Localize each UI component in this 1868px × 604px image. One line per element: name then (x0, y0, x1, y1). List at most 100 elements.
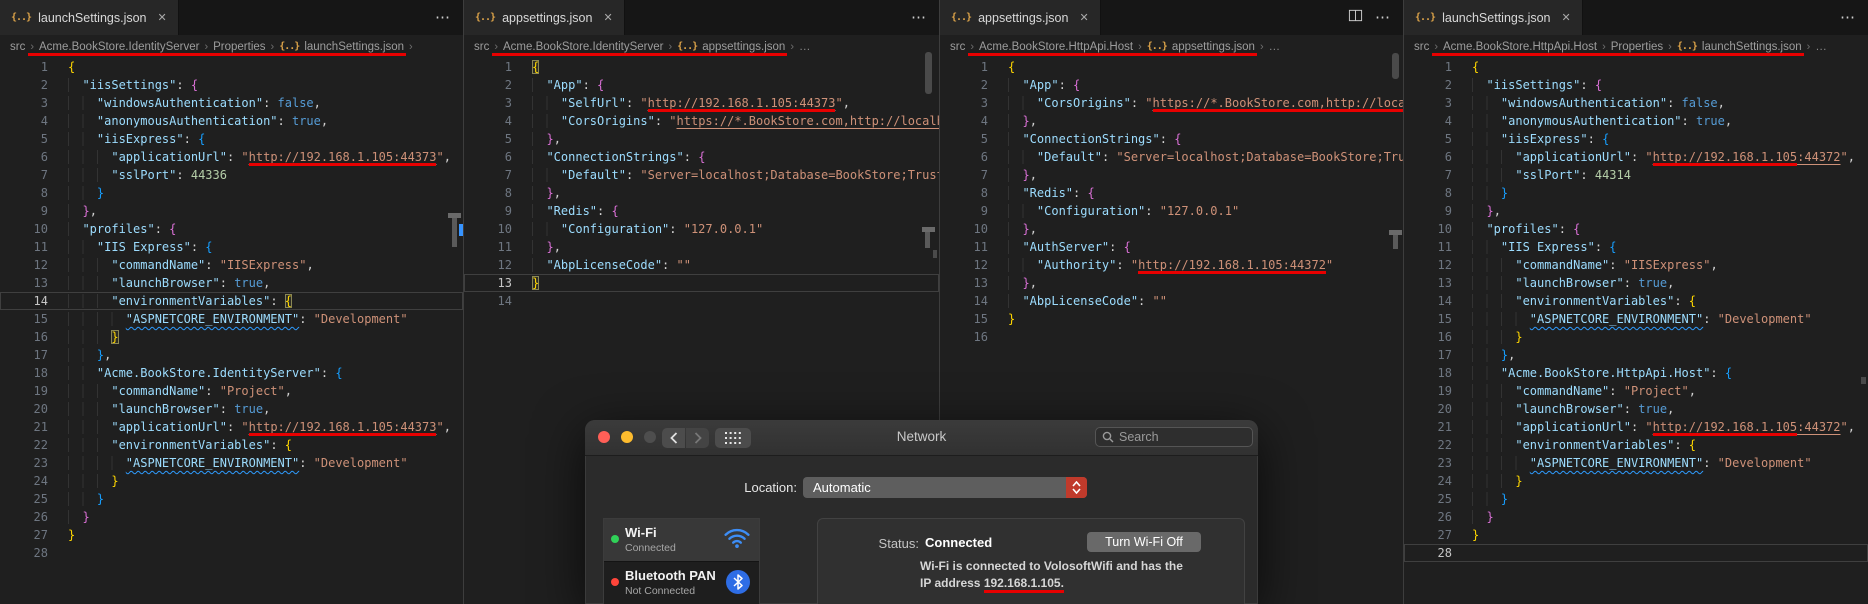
code-line[interactable]: 6 "ConnectionStrings": { (464, 148, 939, 166)
breadcrumb-item[interactable]: src (474, 41, 489, 53)
breadcrumb-item[interactable]: Acme.BookStore.IdentityServer (503, 41, 663, 53)
code-line[interactable]: 26 } (1404, 508, 1868, 526)
code-line[interactable]: 24 } (1404, 472, 1868, 490)
breadcrumb-item[interactable]: launchSettings.json (1702, 41, 1802, 53)
breadcrumb-item[interactable]: appsettings.json (1172, 41, 1255, 53)
code-line[interactable]: 20 "launchBrowser": true, (0, 400, 463, 418)
code-line[interactable]: 26 } (0, 508, 463, 526)
more-actions-icon[interactable]: ⋯ (911, 10, 927, 25)
code-line[interactable]: 1{ (940, 58, 1403, 76)
code-line[interactable]: 17 }, (0, 346, 463, 364)
close-icon[interactable]: ✕ (1079, 11, 1088, 24)
code-line[interactable]: 7 "sslPort": 44314 (1404, 166, 1868, 184)
dialog-titlebar[interactable]: Network Search (585, 420, 1258, 456)
turn-wifi-off-button[interactable]: Turn Wi-Fi Off (1087, 532, 1201, 552)
code-line[interactable]: 3 "windowsAuthentication": false, (0, 94, 463, 112)
code-line[interactable]: 19 "commandName": "Project", (1404, 382, 1868, 400)
code-line[interactable]: 17 }, (1404, 346, 1868, 364)
search-input[interactable]: Search (1095, 427, 1253, 447)
code-line[interactable]: 5 }, (464, 130, 939, 148)
more-actions-icon[interactable]: ⋯ (1375, 10, 1391, 25)
code-line[interactable]: 13 "launchBrowser": true, (1404, 274, 1868, 292)
code-line[interactable]: 19 "commandName": "Project", (0, 382, 463, 400)
service-row-bluetooth[interactable]: Bluetooth PAN Not Connected (604, 561, 759, 604)
code-line[interactable]: 23 "ASPNETCORE_ENVIRONMENT": "Developmen… (0, 454, 463, 472)
code-line[interactable]: 6 "Default": "Server=localhost;Database=… (940, 148, 1403, 166)
code-line[interactable]: 4 "anonymousAuthentication": true, (1404, 112, 1868, 130)
breadcrumb-item[interactable]: Properties (1611, 41, 1663, 53)
breadcrumb-item[interactable]: src (1414, 41, 1429, 53)
code-line[interactable]: 5 "iisExpress": { (0, 130, 463, 148)
code-line[interactable]: 28 (1404, 544, 1868, 562)
code-line[interactable]: 14 "environmentVariables": { (1404, 292, 1868, 310)
breadcrumb-item[interactable]: … (1269, 41, 1281, 53)
code-line[interactable]: 9 "Redis": { (464, 202, 939, 220)
code-line[interactable]: 13} (464, 274, 939, 292)
code-line[interactable]: 27} (0, 526, 463, 544)
code-line[interactable]: 13 "launchBrowser": true, (0, 274, 463, 292)
code-line[interactable]: 25 } (1404, 490, 1868, 508)
code-line[interactable]: 7 "Default": "Server=localhost;Database=… (464, 166, 939, 184)
code-line[interactable]: 14 (464, 292, 939, 310)
code-line[interactable]: 21 "applicationUrl": "http://192.168.1.1… (1404, 418, 1868, 436)
code-line[interactable]: 16 } (0, 328, 463, 346)
breadcrumb-item[interactable]: … (1815, 41, 1827, 53)
code-line[interactable]: 2 "iisSettings": { (1404, 76, 1868, 94)
code-line[interactable]: 3 "SelfUrl": "http://192.168.1.105:44373… (464, 94, 939, 112)
code-line[interactable]: 1{ (464, 58, 939, 76)
code-line[interactable]: 2 "iisSettings": { (0, 76, 463, 94)
code-line[interactable]: 14 "environmentVariables": { (0, 292, 463, 310)
code-line[interactable]: 20 "launchBrowser": true, (1404, 400, 1868, 418)
code-line[interactable]: 15 "ASPNETCORE_ENVIRONMENT": "Developmen… (0, 310, 463, 328)
tab-launchSettings.json[interactable]: {..} launchSettings.json ✕ (0, 0, 179, 35)
code-line[interactable]: 18 "Acme.BookStore.HttpApi.Host": { (1404, 364, 1868, 382)
location-select[interactable]: Automatic (803, 477, 1087, 498)
code-line[interactable]: 11 }, (464, 238, 939, 256)
close-icon[interactable]: ✕ (603, 11, 612, 24)
code-line[interactable]: 12 "commandName": "IISExpress", (0, 256, 463, 274)
code-line[interactable]: 4 }, (940, 112, 1403, 130)
code-line[interactable]: 2 "App": { (940, 76, 1403, 94)
breadcrumb-item[interactable]: Acme.BookStore.IdentityServer (39, 41, 199, 53)
code-line[interactable]: 21 "applicationUrl": "http://192.168.1.1… (0, 418, 463, 436)
code-line[interactable]: 7 }, (940, 166, 1403, 184)
code-line[interactable]: 10 "profiles": { (1404, 220, 1868, 238)
code-line[interactable]: 22 "environmentVariables": { (0, 436, 463, 454)
code-line[interactable]: 8 }, (464, 184, 939, 202)
code-line[interactable]: 23 "ASPNETCORE_ENVIRONMENT": "Developmen… (1404, 454, 1868, 472)
code-line[interactable]: 18 "Acme.BookStore.IdentityServer": { (0, 364, 463, 382)
breadcrumb-item[interactable]: … (799, 41, 811, 53)
code-line[interactable]: 11 "AuthServer": { (940, 238, 1403, 256)
split-editor-icon[interactable] (1348, 8, 1363, 28)
code-line[interactable]: 3 "CorsOrigins": "https://*.BookStore.co… (940, 94, 1403, 112)
code-line[interactable]: 6 "applicationUrl": "http://192.168.1.10… (1404, 148, 1868, 166)
breadcrumb-item[interactable]: Acme.BookStore.HttpApi.Host (979, 41, 1133, 53)
breadcrumb-item[interactable]: Acme.BookStore.HttpApi.Host (1443, 41, 1597, 53)
code-line[interactable]: 1{ (1404, 58, 1868, 76)
code-line[interactable]: 8 } (1404, 184, 1868, 202)
close-icon[interactable]: ✕ (1562, 11, 1571, 24)
code-line[interactable]: 16 (940, 328, 1403, 346)
code-line[interactable]: 15 "ASPNETCORE_ENVIRONMENT": "Developmen… (1404, 310, 1868, 328)
code-line[interactable]: 12 "commandName": "IISExpress", (1404, 256, 1868, 274)
breadcrumb-item[interactable]: launchSettings.json (304, 41, 404, 53)
code-line[interactable]: 10 }, (940, 220, 1403, 238)
close-icon[interactable]: ✕ (158, 11, 167, 24)
breadcrumb-item[interactable]: src (950, 41, 965, 53)
breadcrumb-item[interactable]: Properties (213, 41, 265, 53)
code-line[interactable]: 4 "CorsOrigins": "https://*.BookStore.co… (464, 112, 939, 130)
code-line[interactable]: 12 "AbpLicenseCode": "" (464, 256, 939, 274)
code-line[interactable]: 9 }, (0, 202, 463, 220)
code-line[interactable]: 11 "IIS Express": { (0, 238, 463, 256)
code-line[interactable]: 27} (1404, 526, 1868, 544)
code-line[interactable]: 25 } (0, 490, 463, 508)
code-line[interactable]: 2 "App": { (464, 76, 939, 94)
tab-appsettings.json[interactable]: {..} appsettings.json ✕ (464, 0, 625, 35)
code-line[interactable]: 4 "anonymousAuthentication": true, (0, 112, 463, 130)
breadcrumb-item[interactable]: src (10, 41, 25, 53)
code-line[interactable]: 14 "AbpLicenseCode": "" (940, 292, 1403, 310)
code-line[interactable]: 8 } (0, 184, 463, 202)
code-line[interactable]: 24 } (0, 472, 463, 490)
code-line[interactable]: 1{ (0, 58, 463, 76)
code-line[interactable]: 28 (0, 544, 463, 562)
